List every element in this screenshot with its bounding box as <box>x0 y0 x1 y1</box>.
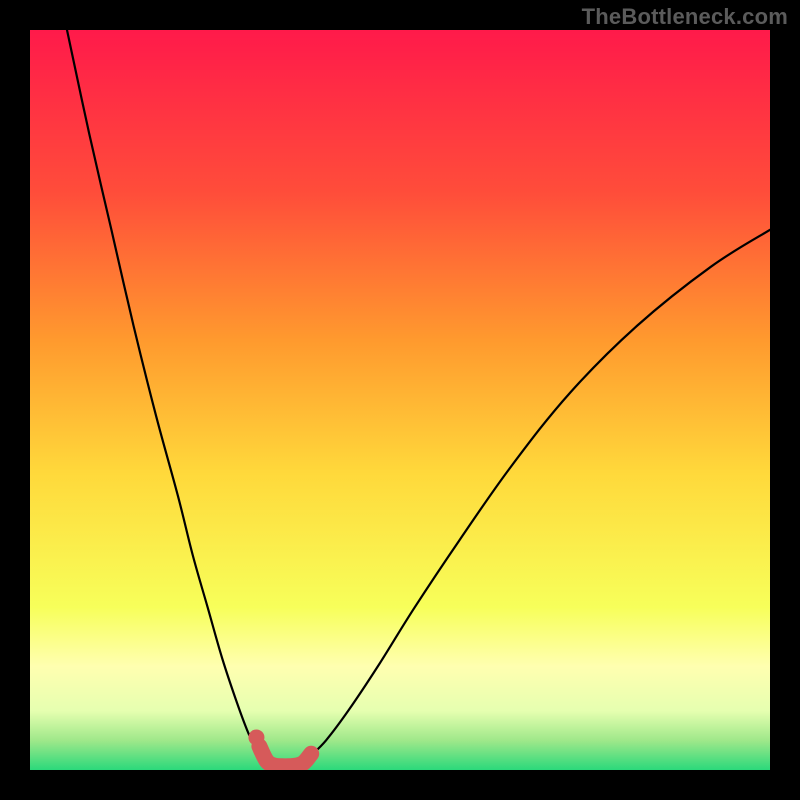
plot-area <box>30 30 770 770</box>
watermark-text: TheBottleneck.com <box>582 4 788 30</box>
valley-lead-dot <box>248 729 264 745</box>
chart-frame: TheBottleneck.com <box>0 0 800 800</box>
chart-svg <box>30 30 770 770</box>
gradient-background <box>30 30 770 770</box>
